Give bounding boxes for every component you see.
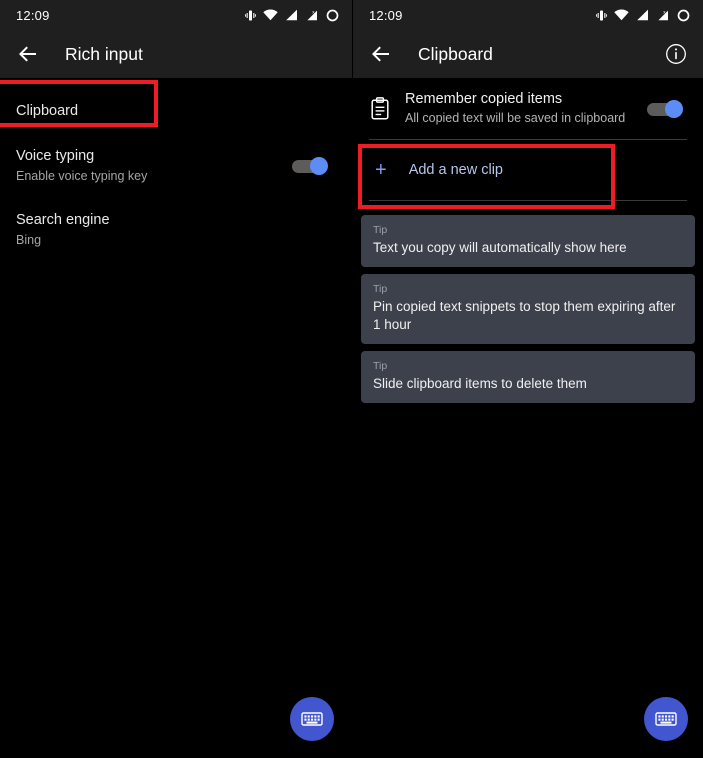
clip-text: Slide clipboard items to delete them <box>373 376 587 391</box>
setting-texts: Voice typing Enable voice typing key <box>16 147 292 185</box>
right-status-bar: 12:09 x <box>353 0 703 30</box>
settings-list: Clipboard Voice typing Enable voice typi… <box>0 78 352 258</box>
keyboard-fab-left[interactable] <box>290 697 334 741</box>
right-screen: 12:09 x Clipboard Remember copied items … <box>352 0 703 758</box>
toggle-thumb <box>665 99 683 118</box>
battery-circle-icon <box>326 9 339 22</box>
list-item[interactable]: Tip Pin copied text snippets to stop the… <box>361 274 695 344</box>
signal-no-sim-icon: x <box>656 9 670 22</box>
add-a-new-clip-row[interactable]: + Add a new clip <box>353 140 703 200</box>
left-app-bar: Rich input <box>0 30 352 78</box>
remember-copied-items-toggle[interactable] <box>647 99 683 119</box>
vibrate-icon <box>596 9 607 22</box>
keyboard-fab-right[interactable] <box>644 697 688 741</box>
status-icons: x <box>596 9 690 22</box>
page-title: Clipboard <box>418 43 493 64</box>
setting-title: Search engine <box>16 212 110 228</box>
add-clip-label: Add a new clip <box>408 162 503 178</box>
status-icons: x <box>245 9 339 22</box>
keyboard-icon <box>301 712 323 726</box>
wifi-icon <box>614 9 629 21</box>
battery-circle-icon <box>677 9 690 22</box>
signal-bars-icon <box>285 9 298 21</box>
keyboard-icon <box>655 712 677 726</box>
setting-row-clipboard[interactable]: Clipboard <box>0 88 352 135</box>
wifi-icon <box>263 9 278 21</box>
setting-title: Clipboard <box>16 103 79 119</box>
clip-text: Pin copied text snippets to stop them ex… <box>373 299 676 332</box>
setting-title: Voice typing <box>16 148 95 164</box>
arrow-back-icon[interactable] <box>369 42 393 66</box>
remember-copied-items-row[interactable]: Remember copied items All copied text wi… <box>353 78 703 139</box>
list-item[interactable]: Tip Text you copy will automatically sho… <box>361 215 695 267</box>
left-status-bar: 12:09 x <box>0 0 352 30</box>
remember-title: Remember copied items <box>405 91 563 107</box>
plus-icon: + <box>375 159 387 181</box>
left-screen: 12:09 x Rich input Clipboard Voice typin… <box>0 0 352 758</box>
remember-texts: Remember copied items All copied text wi… <box>405 90 633 127</box>
arrow-back-icon[interactable] <box>16 42 40 66</box>
list-item[interactable]: Tip Slide clipboard items to delete them <box>361 351 695 403</box>
setting-texts: Clipboard <box>16 102 328 121</box>
clip-tip-label: Tip <box>373 360 388 372</box>
setting-subtitle: Bing <box>16 233 42 247</box>
setting-row-search-engine[interactable]: Search engine Bing <box>0 194 352 258</box>
info-circle-icon[interactable] <box>665 43 687 65</box>
clipboard-icon <box>369 96 391 121</box>
voice-typing-toggle[interactable] <box>292 156 328 176</box>
page-title: Rich input <box>65 43 143 64</box>
clip-tip-label: Tip <box>373 224 388 236</box>
setting-subtitle: Enable voice typing key <box>16 169 148 183</box>
clip-tip-label: Tip <box>373 283 388 295</box>
signal-no-sim-icon: x <box>305 9 319 22</box>
vibrate-icon <box>245 9 256 22</box>
setting-texts: Search engine Bing <box>16 211 328 249</box>
toggle-thumb <box>310 157 328 175</box>
status-clock: 12:09 <box>369 7 403 23</box>
status-clock: 12:09 <box>16 7 50 23</box>
clip-list: Tip Text you copy will automatically sho… <box>353 201 703 403</box>
right-app-bar: Clipboard <box>353 30 703 78</box>
signal-bars-icon <box>636 9 649 21</box>
setting-row-voice-typing[interactable]: Voice typing Enable voice typing key <box>0 135 352 194</box>
remember-subtitle: All copied text will be saved in clipboa… <box>405 111 626 125</box>
clip-text: Text you copy will automatically show he… <box>373 240 627 255</box>
screenshot-root: 12:09 x Rich input Clipboard Voice typin… <box>0 0 703 758</box>
